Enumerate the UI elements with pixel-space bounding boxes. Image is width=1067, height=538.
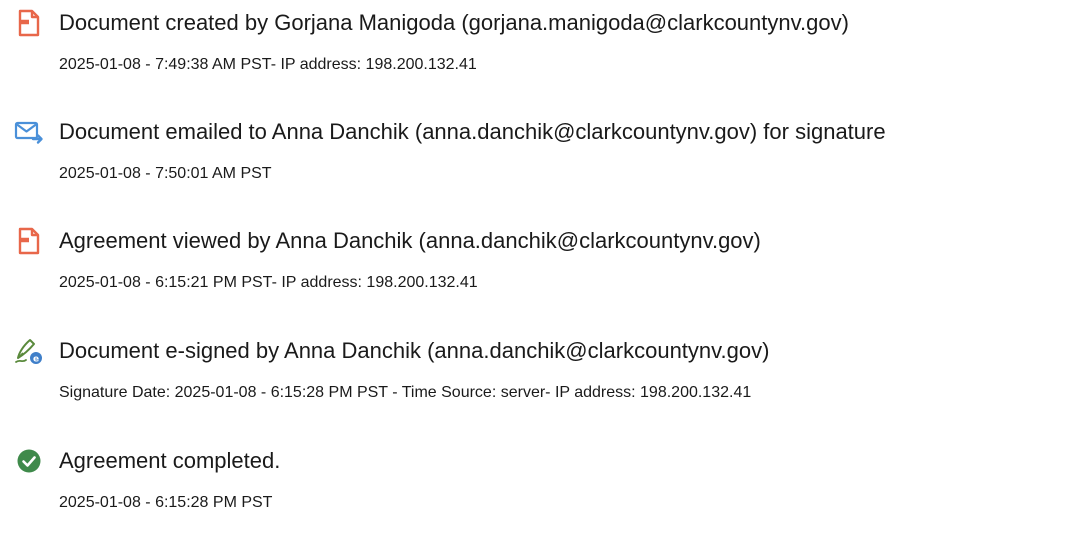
- document-viewed-icon: [14, 226, 44, 256]
- event-detail: Signature Date: 2025-01-08 - 6:15:28 PM …: [59, 384, 752, 401]
- event-detail: 2025-01-08 - 7:50:01 AM PST: [59, 165, 272, 182]
- event-detail: 2025-01-08 - 7:49:38 AM PST- IP address:…: [59, 56, 477, 73]
- email-sent-icon: [14, 117, 44, 147]
- event-title: Document emailed to Anna Danchik (anna.d…: [59, 119, 886, 144]
- event-title: Agreement completed.: [59, 448, 281, 473]
- event-title: Agreement viewed by Anna Danchik (anna.d…: [59, 228, 761, 253]
- e-sign-pen-icon: e: [14, 336, 44, 366]
- event-title: Document e-signed by Anna Danchik (anna.…: [59, 338, 770, 363]
- check-circle-icon: [14, 446, 44, 476]
- event-detail: 2025-01-08 - 6:15:28 PM PST: [59, 494, 273, 511]
- svg-text:e: e: [33, 355, 39, 365]
- event-title: Document created by Gorjana Manigoda (go…: [59, 10, 849, 35]
- document-created-icon: [14, 8, 44, 38]
- event-detail: 2025-01-08 - 6:15:21 PM PST- IP address:…: [59, 274, 478, 291]
